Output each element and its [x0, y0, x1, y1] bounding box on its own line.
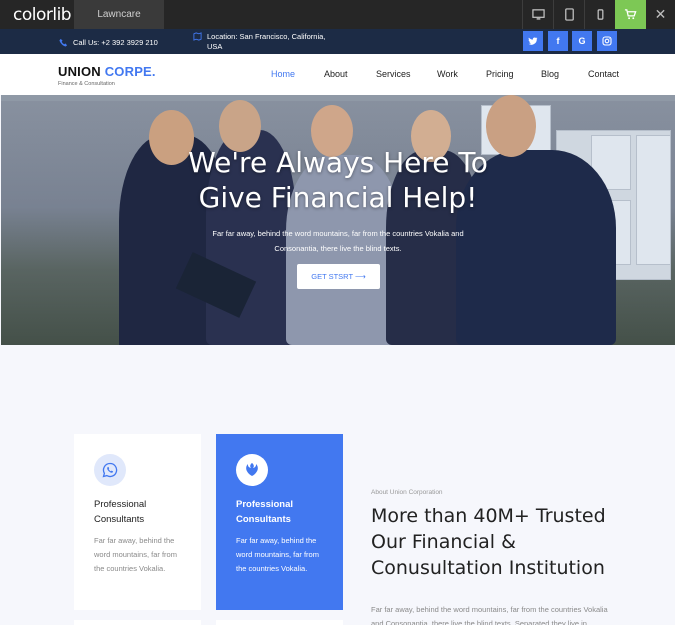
- nav-about[interactable]: About: [324, 69, 348, 79]
- about-label: About Union Corporation: [371, 489, 443, 496]
- hero-title-line1: We're Always Here To: [188, 146, 488, 179]
- nav-work[interactable]: Work: [437, 69, 458, 79]
- service-text: Far far away, behind the word mountains,…: [236, 536, 319, 573]
- instagram-icon[interactable]: [597, 31, 617, 51]
- nav-pricing[interactable]: Pricing: [486, 69, 514, 79]
- google-icon[interactable]: G: [572, 31, 592, 51]
- cart-icon[interactable]: [615, 0, 646, 29]
- location-info: Location: San Francisco, California, USA: [193, 32, 333, 52]
- nav-home[interactable]: Home: [271, 69, 295, 79]
- service-card-highlight[interactable]: Professional Consultants Far far away, b…: [216, 434, 343, 610]
- main-navbar: UNION CORPE. Finance & Consultation Home…: [0, 54, 675, 95]
- get-started-button[interactable]: GET STSRT ⟶: [297, 264, 380, 289]
- hero-title: We're Always Here To Give Financial Help…: [1, 145, 675, 215]
- facebook-icon[interactable]: f: [548, 31, 568, 51]
- phone-text: Call Us: +2 392 3929 210: [73, 38, 158, 47]
- brand-logo[interactable]: UNION CORPE.: [58, 64, 156, 79]
- twitter-icon[interactable]: [523, 31, 543, 51]
- tablet-icon[interactable]: [553, 0, 584, 29]
- service-card-partial: [74, 620, 201, 625]
- theme-tab[interactable]: Lawncare: [74, 0, 164, 29]
- rebel-icon: [236, 454, 268, 486]
- service-card-partial: [216, 620, 343, 625]
- map-icon: [193, 32, 202, 41]
- service-title: Professional Consultants: [236, 499, 294, 525]
- about-text: Far far away, behind the word mountains,…: [371, 605, 608, 625]
- topbar: Call Us: +2 392 3929 210 Location: San F…: [0, 29, 675, 54]
- location-text: Location: San Francisco, California, USA: [207, 32, 326, 51]
- brand-tagline: Finance & Consultation: [58, 81, 115, 87]
- whatsapp-icon: [94, 454, 126, 486]
- phone-info: Call Us: +2 392 3929 210: [59, 38, 158, 47]
- brand-name-accent: CORPE.: [104, 64, 156, 79]
- close-icon[interactable]: ✕: [646, 0, 675, 29]
- preview-bar: colorlib Lawncare ✕: [0, 0, 675, 29]
- hero-subtitle: Far far away, behind the word mountains,…: [212, 229, 464, 253]
- nav-blog[interactable]: Blog: [541, 69, 559, 79]
- brand-name: UNION: [58, 64, 101, 79]
- service-title: Professional Consultants: [94, 499, 147, 525]
- phone-icon: [59, 38, 68, 47]
- hero-section: We're Always Here To Give Financial Help…: [1, 95, 675, 345]
- service-card[interactable]: Professional Consultants Far far away, b…: [74, 434, 201, 610]
- about-title: More than 40M+ Trusted Our Financial & C…: [371, 505, 606, 579]
- mobile-icon[interactable]: [584, 0, 615, 29]
- colorlib-logo[interactable]: colorlib: [13, 5, 72, 25]
- hero-title-line2: Give Financial Help!: [198, 181, 478, 214]
- desktop-icon[interactable]: [522, 0, 553, 29]
- nav-services[interactable]: Services: [376, 69, 411, 79]
- nav-contact[interactable]: Contact: [588, 69, 619, 79]
- service-text: Far far away, behind the word mountains,…: [94, 536, 177, 573]
